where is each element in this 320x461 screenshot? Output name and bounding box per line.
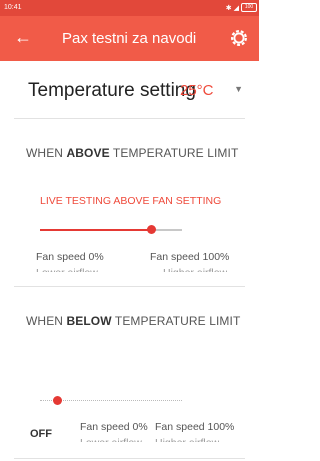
- below-max-sublabel: Higher airflow: [155, 436, 219, 442]
- live-testing-button[interactable]: LIVE TESTING ABOVE FAN SETTING: [40, 195, 221, 207]
- temperature-setting-label: Temperature setting: [28, 80, 196, 101]
- below-status-off: OFF: [30, 428, 52, 440]
- below-title-prefix: WHEN: [26, 314, 67, 328]
- temperature-setting-value: 25°C: [180, 82, 214, 99]
- slider-track-active: [40, 229, 151, 231]
- battery-level: 100: [244, 4, 254, 10]
- divider: [14, 286, 245, 287]
- below-section-title: WHEN BELOW TEMPERATURE LIMIT: [26, 314, 241, 328]
- below-max-label: Fan speed 100%: [155, 421, 235, 433]
- gear-icon[interactable]: [228, 27, 250, 49]
- above-section-title: WHEN ABOVE TEMPERATURE LIMIT: [26, 146, 241, 160]
- above-title-prefix: WHEN: [26, 146, 67, 160]
- below-min-label: Fan speed 0%: [80, 421, 148, 433]
- above-title-bold: ABOVE: [66, 146, 110, 160]
- above-title-suffix: TEMPERATURE LIMIT: [109, 146, 239, 160]
- status-time: 10:41: [4, 4, 22, 11]
- above-min-sublabel: Lower airflow: [36, 266, 98, 272]
- temperature-setting-dropdown[interactable]: Temperature setting 25°C ▼: [0, 70, 259, 112]
- slider-thumb[interactable]: [147, 225, 156, 234]
- above-min-label: Fan speed 0%: [36, 251, 104, 263]
- below-title-bold: BELOW: [66, 314, 112, 328]
- battery-icon: 100: [241, 3, 257, 12]
- above-max-sublabel: Higher airflow: [163, 266, 227, 272]
- signal-icon: ◢: [233, 4, 239, 12]
- dropdown-caret-icon: ▼: [234, 84, 243, 94]
- status-bar: 10:41 ✱ ◢ 100: [0, 0, 259, 16]
- back-arrow-icon[interactable]: ←: [14, 26, 32, 48]
- status-icons: ✱ ◢ 100: [226, 3, 257, 12]
- divider: [14, 118, 245, 119]
- slider-thumb[interactable]: [53, 396, 62, 405]
- divider: [14, 458, 245, 459]
- below-title-suffix: TEMPERATURE LIMIT: [111, 314, 241, 328]
- bluetooth-icon: ✱: [225, 4, 232, 12]
- below-min-sublabel: Lower airflow: [80, 436, 142, 442]
- slider-track-inactive: [57, 400, 182, 401]
- above-max-label: Fan speed 100%: [150, 251, 230, 263]
- app-bar: ← Pax testni za navodi: [0, 16, 259, 61]
- page-title: Pax testni za navodi: [62, 30, 197, 47]
